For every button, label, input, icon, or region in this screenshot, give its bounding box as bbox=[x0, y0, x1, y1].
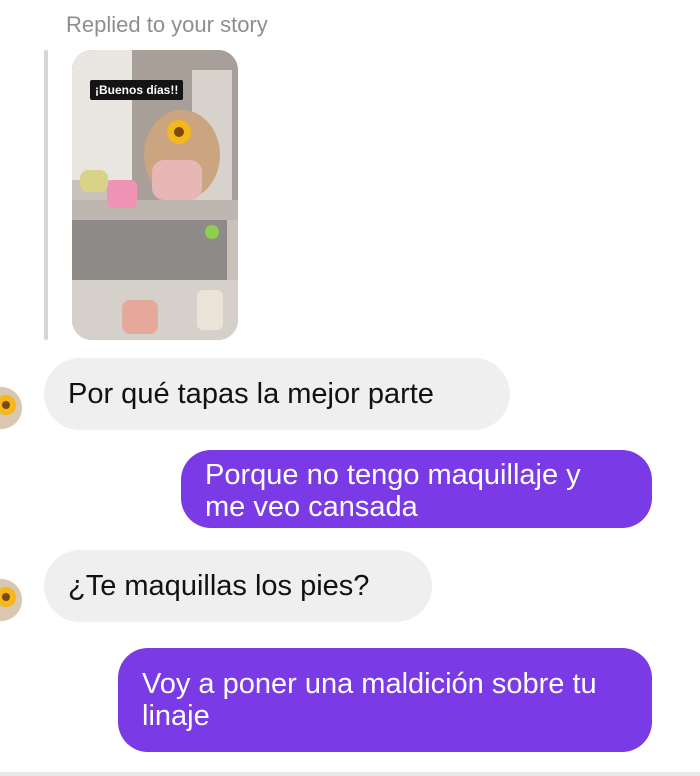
story-thumbnail[interactable]: ¡Buenos días!! bbox=[72, 50, 238, 340]
message-text: Por qué tapas la mejor parte bbox=[68, 378, 434, 410]
avatar[interactable] bbox=[0, 387, 22, 429]
message-text: Voy a poner una maldición sobre tu linaj… bbox=[142, 668, 597, 732]
message-bubble-outgoing[interactable]: Porque no tengo maquillaje y me veo cans… bbox=[181, 450, 652, 528]
avatar[interactable] bbox=[0, 579, 22, 621]
message-text: Porque no tengo maquillaje y me veo cans… bbox=[205, 459, 581, 523]
reply-quote-bar bbox=[44, 50, 48, 340]
story-reply-label: Replied to your story bbox=[66, 12, 268, 37]
message-bubble-outgoing[interactable]: Voy a poner una maldición sobre tu linaj… bbox=[118, 648, 652, 752]
sunflower-icon bbox=[0, 387, 22, 429]
sunflower-icon bbox=[0, 579, 22, 621]
message-bubble-incoming[interactable]: ¿Te maquillas los pies? bbox=[44, 550, 432, 622]
bottom-divider bbox=[0, 772, 700, 776]
message-bubble-incoming[interactable]: Por qué tapas la mejor parte bbox=[44, 358, 510, 430]
story-caption: ¡Buenos días!! bbox=[90, 80, 184, 100]
message-text: ¿Te maquillas los pies? bbox=[68, 570, 370, 602]
